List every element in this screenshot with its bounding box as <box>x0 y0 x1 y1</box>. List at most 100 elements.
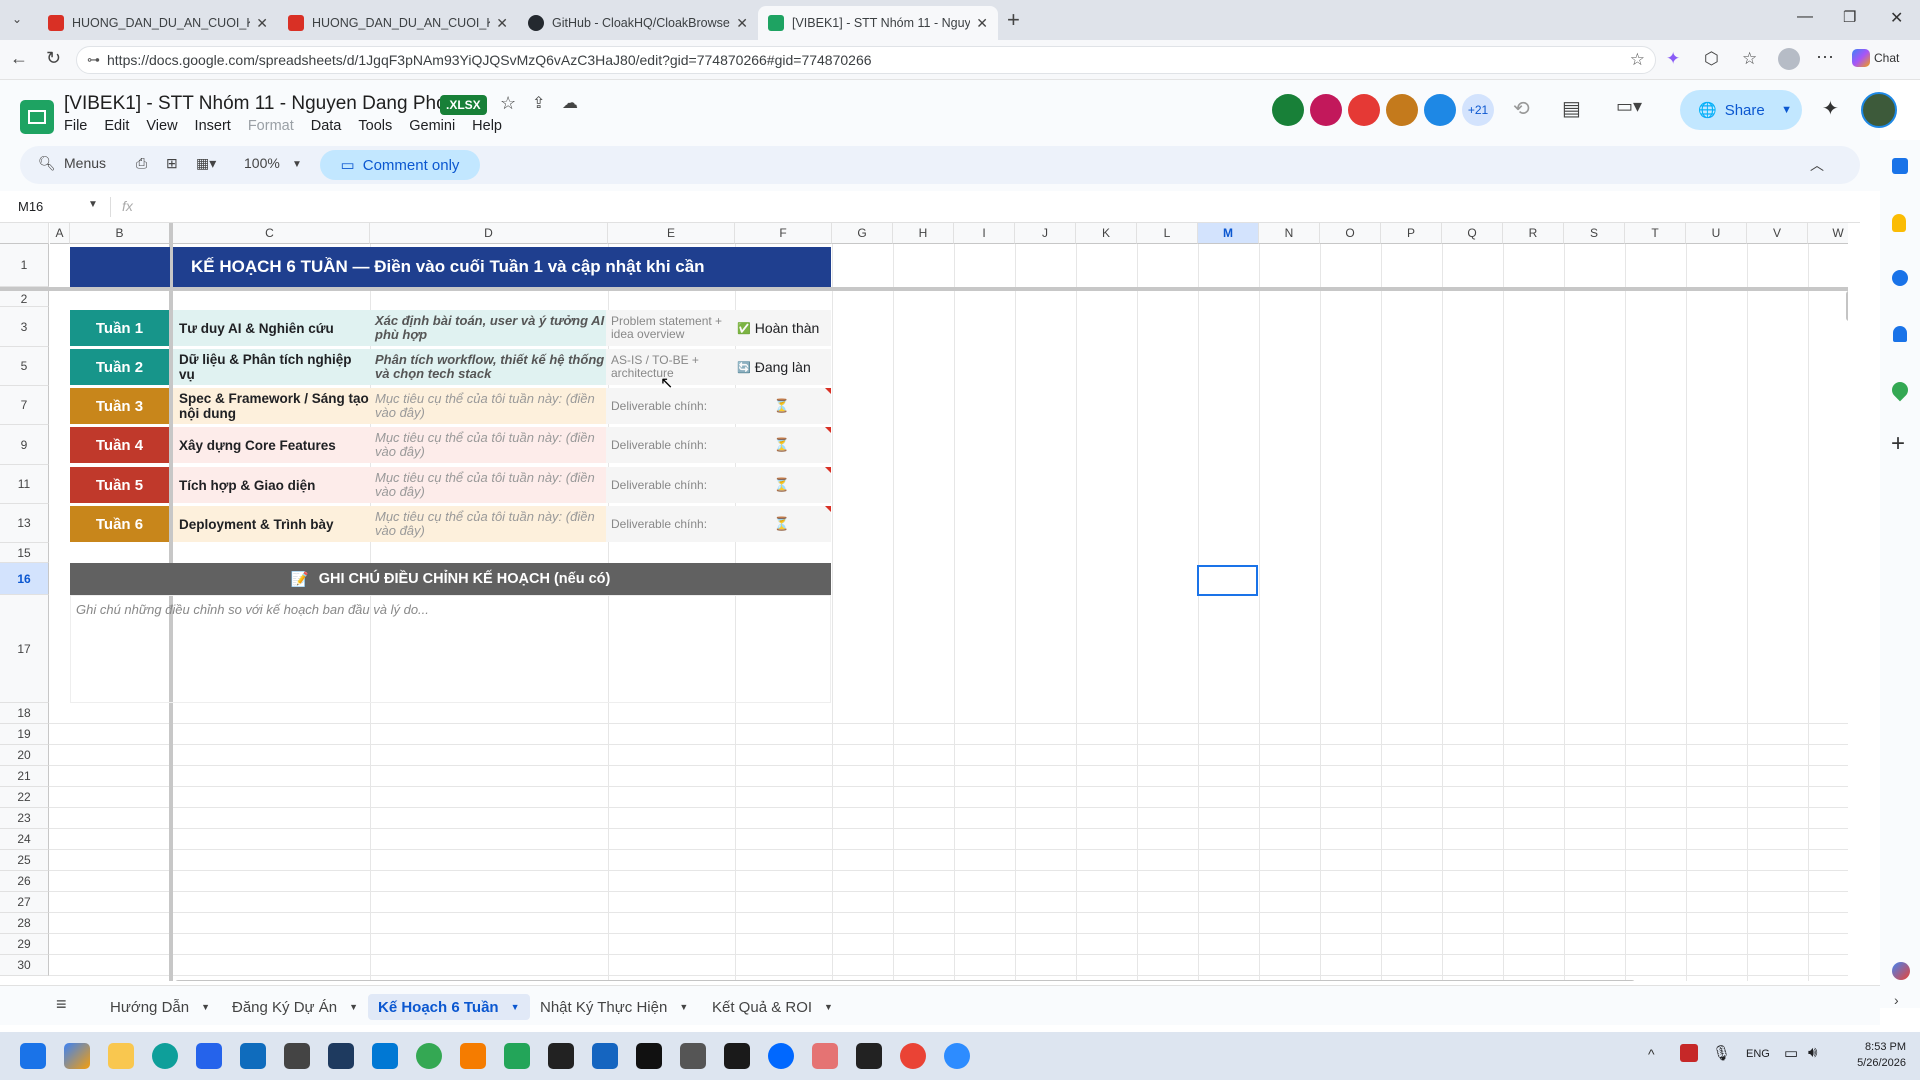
column-header-g[interactable]: G <box>832 223 893 244</box>
profile-avatar[interactable] <box>1778 48 1800 70</box>
zoom-select[interactable]: 100% <box>244 155 280 171</box>
chevron-down-icon[interactable]: ▼ <box>679 1002 688 1012</box>
week-label-cell[interactable]: Tuần 1 <box>70 310 169 346</box>
chevron-down-icon[interactable]: ▼ <box>511 1002 520 1012</box>
row-header-2[interactable]: 2 <box>0 291 49 307</box>
column-header-v[interactable]: V <box>1747 223 1808 244</box>
frozen-row-divider[interactable] <box>0 287 1848 291</box>
column-header-e[interactable]: E <box>608 223 735 244</box>
comment-only-badge[interactable]: ▭ Comment only <box>320 150 480 180</box>
week-label-cell[interactable]: Tuần 5 <box>70 467 169 503</box>
comments-icon[interactable]: ▤ <box>1562 96 1581 121</box>
chat-label[interactable]: Chat <box>1874 51 1899 65</box>
deliverable-cell[interactable]: Deliverable chính: <box>606 506 733 542</box>
more-collaborators-badge[interactable]: +21 <box>1462 94 1494 126</box>
app-icon[interactable] <box>284 1043 310 1069</box>
vscode-alt-icon[interactable] <box>504 1043 530 1069</box>
app-icon[interactable] <box>592 1043 618 1069</box>
chrome-icon[interactable] <box>416 1043 442 1069</box>
close-icon[interactable]: ✕ <box>976 15 988 32</box>
column-header-s[interactable]: S <box>1564 223 1625 244</box>
view-mode-icon[interactable]: ▦▾ <box>196 155 216 172</box>
doc-title[interactable]: [VIBEK1] - STT Nhóm 11 - Nguyen Dang Pho… <box>64 93 468 115</box>
name-box-chevron-icon[interactable]: ▼ <box>88 199 98 210</box>
row-header-7[interactable]: 7 <box>0 386 49 425</box>
row-header-29[interactable]: 29 <box>0 934 49 955</box>
comment-indicator-icon[interactable] <box>825 427 831 433</box>
phase-label-cell[interactable]: Spec & Framework / Sáng tạo nội dung <box>173 388 370 424</box>
column-header-f[interactable]: F <box>735 223 832 244</box>
menus-search[interactable]: Menus <box>64 155 106 171</box>
meet-icon[interactable]: ▭▾ <box>1616 96 1642 117</box>
column-header-m[interactable]: M <box>1198 223 1259 244</box>
week-label-cell[interactable]: Tuần 4 <box>70 427 169 463</box>
site-info-icon[interactable]: ⊶ <box>87 52 100 68</box>
copilot-taskbar-icon[interactable] <box>64 1043 90 1069</box>
row-header-20[interactable]: 20 <box>0 745 49 766</box>
week-label-cell[interactable]: Tuần 2 <box>70 349 169 385</box>
menu-gemini[interactable]: Gemini <box>409 118 455 134</box>
vscode-icon[interactable] <box>372 1043 398 1069</box>
maps-icon[interactable] <box>1888 378 1912 402</box>
all-sheets-menu-icon[interactable]: ≡ <box>56 994 67 1015</box>
move-icon[interactable]: ⇪ <box>532 93 545 113</box>
sheet-tab-ket-qua[interactable]: Kết Quả & ROI ▼ <box>712 994 833 1020</box>
deliverable-cell[interactable]: Deliverable chính: <box>606 467 733 503</box>
row-header-23[interactable]: 23 <box>0 808 49 829</box>
status-cell[interactable]: ⏳ <box>733 427 831 463</box>
app-icon[interactable] <box>812 1043 838 1069</box>
row-header-16[interactable]: 16 <box>0 563 49 595</box>
chevron-down-icon[interactable]: ▼ <box>1781 104 1792 116</box>
column-header-i[interactable]: I <box>954 223 1015 244</box>
new-tab-plus-icon[interactable]: + <box>1007 7 1020 33</box>
get-addons-plus-icon[interactable]: + <box>1891 430 1905 458</box>
tray-app-icon[interactable] <box>1680 1044 1698 1062</box>
minimize-icon[interactable]: — <box>1797 8 1813 26</box>
row-header-19[interactable]: 19 <box>0 724 49 745</box>
column-header-j[interactable]: J <box>1015 223 1076 244</box>
column-header-d[interactable]: D <box>370 223 608 244</box>
sheets-logo-icon[interactable] <box>20 100 54 134</box>
add-comment-icon[interactable]: ⊞ <box>166 155 178 172</box>
collaborator-avatar[interactable] <box>1424 94 1456 126</box>
column-header-a[interactable]: A <box>50 223 70 244</box>
selected-cell-m16[interactable] <box>1197 565 1258 596</box>
row-header-28[interactable]: 28 <box>0 913 49 934</box>
favorites-icon[interactable]: ☆ <box>1742 49 1757 69</box>
gemini-side-icon[interactable] <box>1892 962 1910 980</box>
sheet-title-banner[interactable]: KẾ HOẠCH 6 TUẦN — Điền vào cuối Tuần 1 v… <box>173 247 831 287</box>
network-icon[interactable]: ▭ <box>1784 1044 1798 1062</box>
file-explorer-icon[interactable] <box>108 1043 134 1069</box>
close-icon[interactable]: ✕ <box>496 15 508 32</box>
status-cell[interactable]: ⏳ <box>733 388 831 424</box>
goal-cell[interactable]: Phân tích workflow, thiết kế hệ thống và… <box>370 349 606 385</box>
search-icon[interactable]: 🔍︎ <box>38 155 56 172</box>
url-field[interactable]: ⊶ https://docs.google.com/spreadsheets/d… <box>76 46 1656 74</box>
chrome-profile-icon[interactable] <box>900 1043 926 1069</box>
column-header-w[interactable]: W <box>1808 223 1848 244</box>
column-header-h[interactable]: H <box>893 223 954 244</box>
deliverable-cell[interactable]: Deliverable chính: <box>606 388 733 424</box>
share-button[interactable]: 🌐 Share ▼ <box>1680 90 1802 130</box>
collaborator-avatar[interactable] <box>1272 94 1304 126</box>
row-header-24[interactable]: 24 <box>0 829 49 850</box>
zoom-icon[interactable] <box>944 1043 970 1069</box>
status-cell[interactable]: ⏳ <box>733 467 831 503</box>
column-header-n[interactable]: N <box>1259 223 1320 244</box>
column-header-o[interactable]: O <box>1320 223 1381 244</box>
goal-cell[interactable]: Mục tiêu cụ thể của tôi tuần này: (điền … <box>370 506 606 542</box>
row-header-18[interactable]: 18 <box>0 703 49 724</box>
edge-icon[interactable] <box>152 1043 178 1069</box>
bookmark-star-icon[interactable]: ☆ <box>1630 50 1645 70</box>
chevron-down-icon[interactable]: ▼ <box>201 1002 210 1012</box>
extension-icon[interactable]: ✦ <box>1666 49 1680 69</box>
back-arrow-icon[interactable]: ← <box>10 48 28 69</box>
column-header-u[interactable]: U <box>1686 223 1747 244</box>
status-cell[interactable]: 🔄 Đang làn <box>733 349 831 385</box>
history-icon[interactable]: ⟲ <box>1513 96 1530 121</box>
close-icon[interactable]: ✕ <box>736 15 748 32</box>
column-header-k[interactable]: K <box>1076 223 1137 244</box>
tab-list-chevron-icon[interactable]: ⌄ <box>12 12 22 26</box>
clock-date[interactable]: 5/26/2026 <box>1844 1057 1906 1069</box>
row-header-30[interactable]: 30 <box>0 955 49 976</box>
